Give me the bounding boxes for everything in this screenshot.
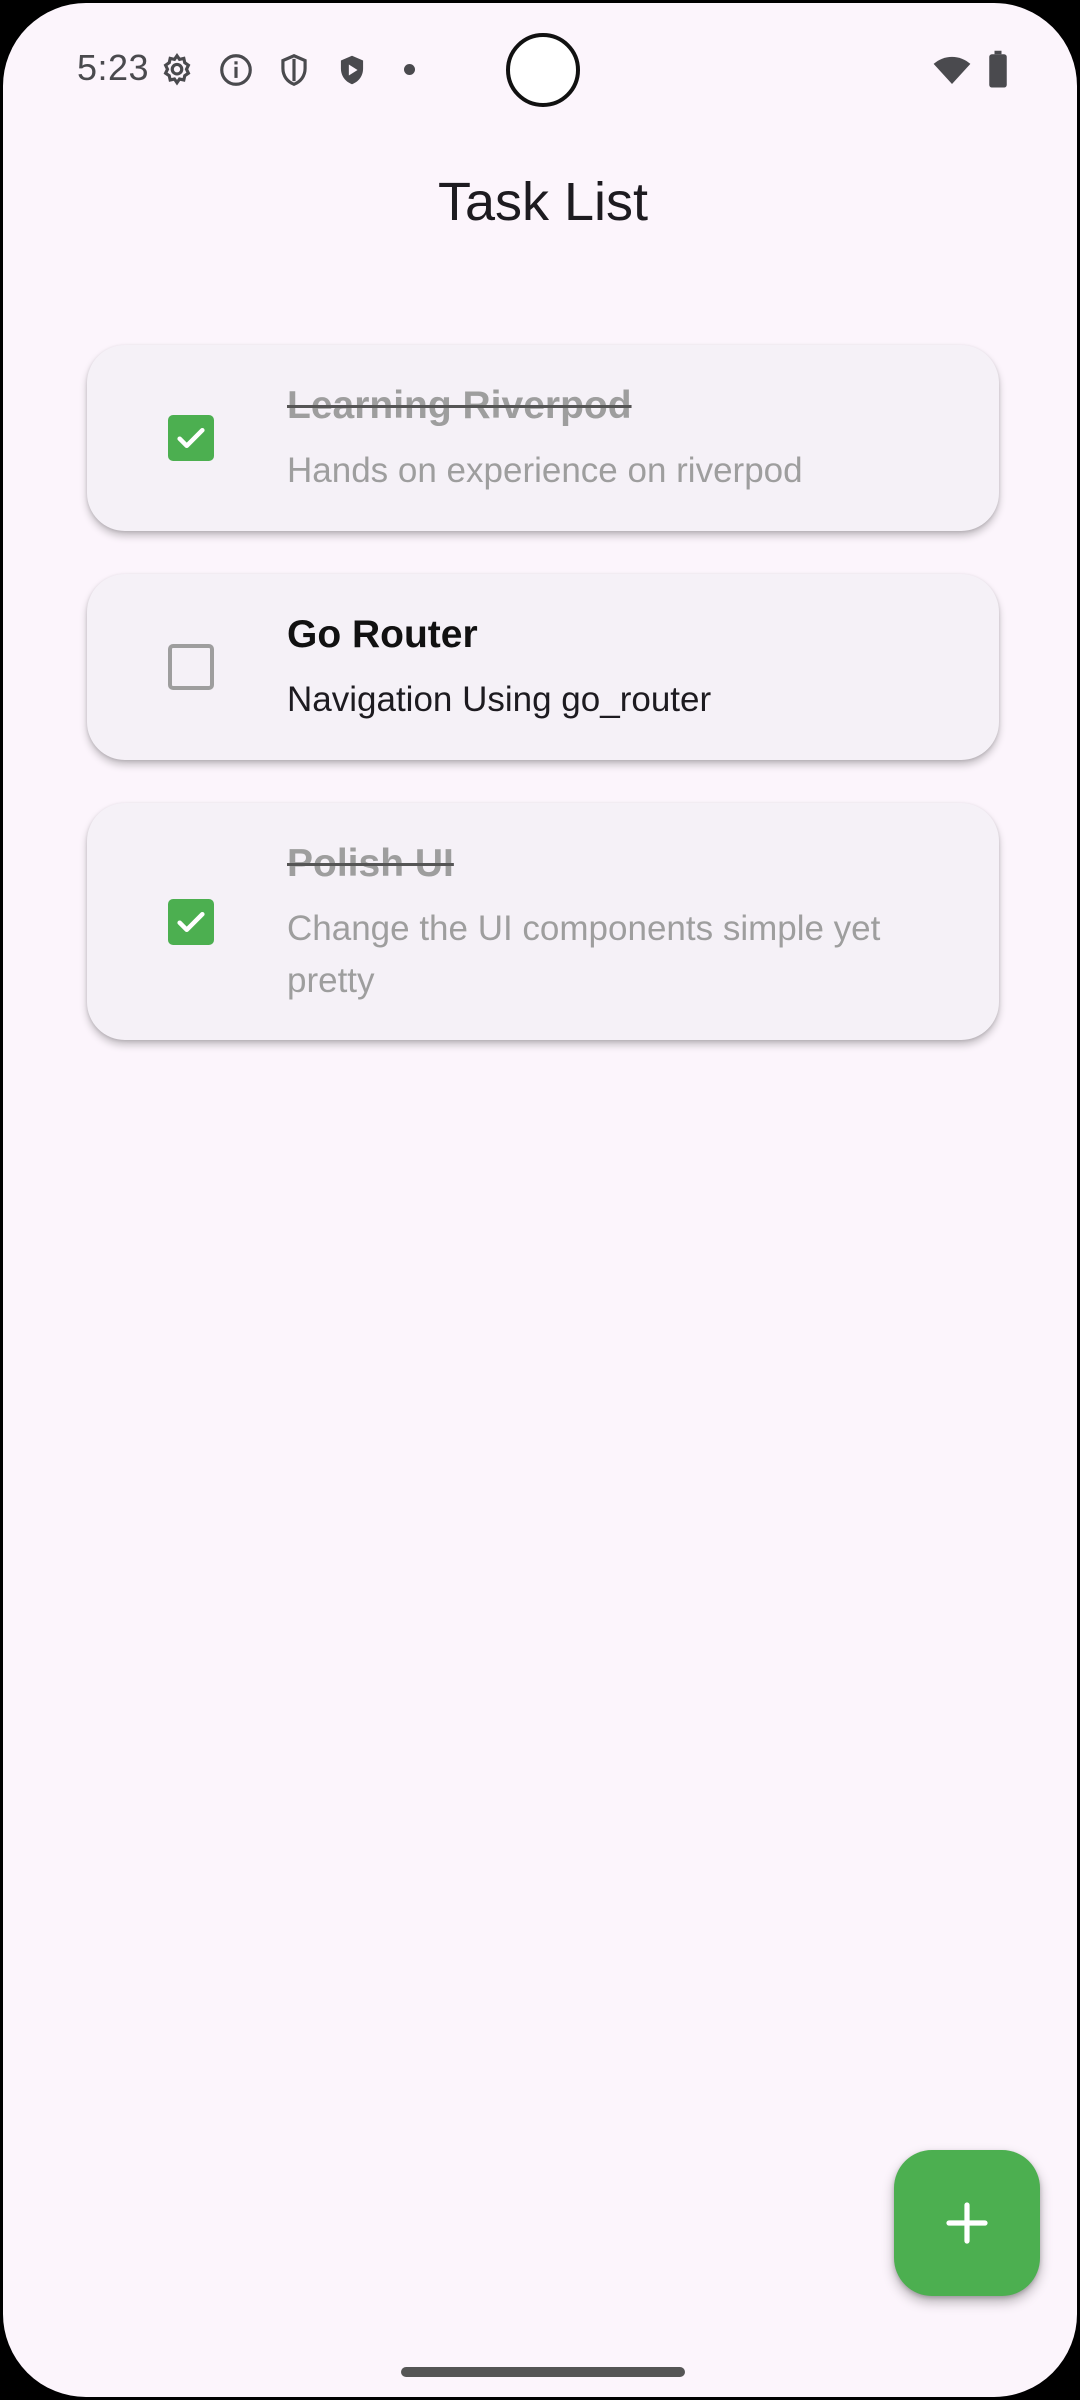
task-title: Go Router [287, 613, 478, 656]
task-checkbox[interactable] [168, 899, 214, 945]
home-indicator[interactable] [401, 2367, 685, 2377]
task-card[interactable]: Learning Riverpod Hands on experience on… [87, 345, 999, 531]
task-description: Change the UI components simple yet pret… [287, 909, 881, 1000]
task-title: Learning Riverpod [287, 384, 632, 427]
gear-icon [163, 52, 191, 86]
phone-screen: 5:23 Task List Learning Riverpod Hands o… [0, 0, 1080, 2400]
shield-icon [281, 54, 307, 86]
wifi-icon [933, 56, 971, 84]
check-icon [177, 427, 205, 449]
task-checkbox[interactable] [168, 644, 214, 690]
camera-cutout [506, 33, 580, 107]
plus-icon [946, 2202, 988, 2244]
notification-dot [404, 64, 415, 75]
play-shield-icon [340, 55, 364, 85]
info-icon [220, 54, 252, 86]
task-checkbox[interactable] [168, 415, 214, 461]
task-card[interactable]: Go Router Navigation Using go_router [87, 574, 999, 760]
task-card[interactable]: Polish UI Change the UI components simpl… [87, 803, 999, 1040]
add-task-button[interactable] [894, 2150, 1040, 2296]
page-title: Task List [437, 172, 649, 232]
task-list: Learning Riverpod Hands on experience on… [87, 345, 999, 1083]
status-time: 5:23 [77, 47, 150, 88]
task-description: Navigation Using go_router [287, 680, 712, 719]
task-description: Hands on experience on riverpod [287, 451, 803, 490]
check-icon [177, 911, 205, 933]
status-bar: 5:23 [3, 3, 1077, 133]
battery-icon [989, 50, 1007, 88]
task-title: Polish UI [287, 842, 454, 885]
